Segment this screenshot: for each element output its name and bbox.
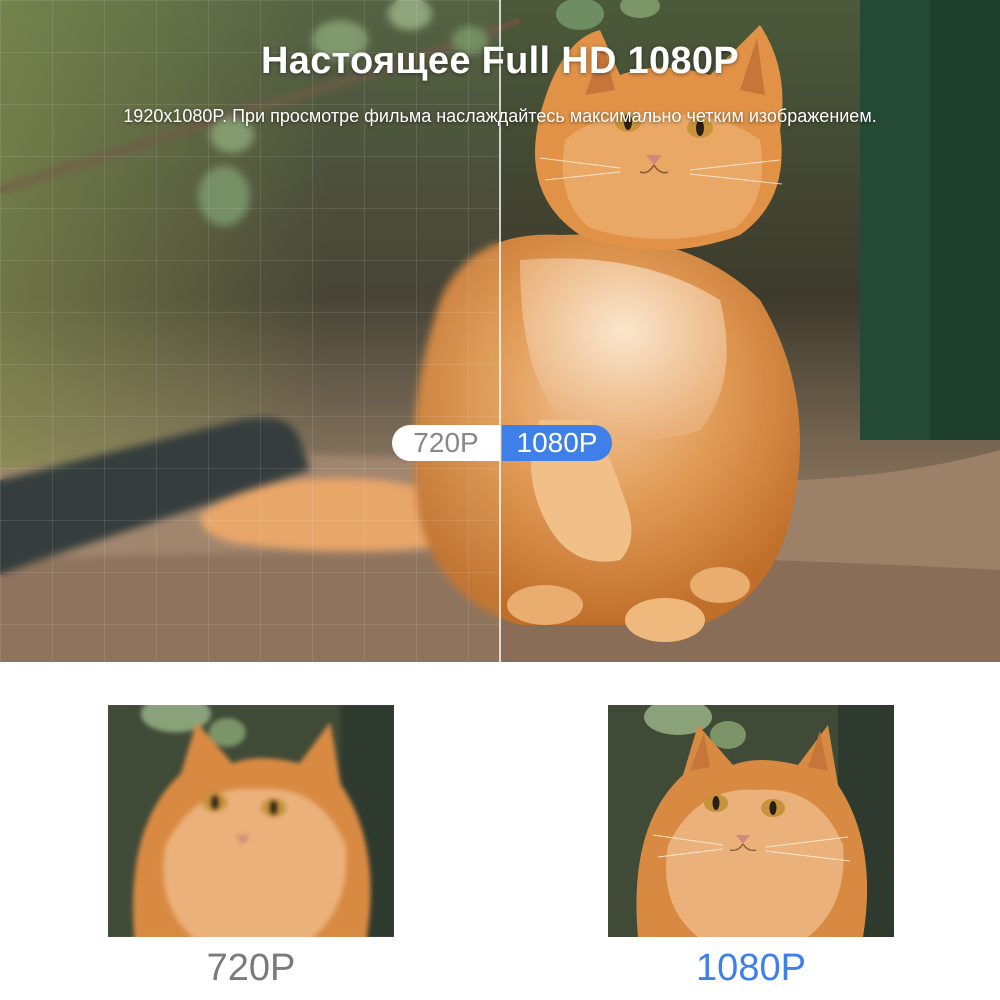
comparison-divider xyxy=(499,0,501,662)
page-subtitle: 1920x1080P. При просмотре фильма наслажд… xyxy=(123,106,877,126)
toggle-1080p: 1080P xyxy=(502,425,612,461)
cat-face-image-high xyxy=(608,705,894,937)
page-title: Настоящее Full HD 1080P xyxy=(261,40,739,82)
low-res-half xyxy=(0,0,500,662)
thumbnail-720p xyxy=(108,705,394,937)
thumbnail-1080p xyxy=(608,705,894,937)
toggle-720p: 720P xyxy=(392,425,500,461)
caption-720p: 720P xyxy=(206,947,296,989)
cat-face-image-low xyxy=(108,705,394,937)
caption-1080p: 1080P xyxy=(696,947,806,989)
comparison-photo: Настоящее Full HD 1080P 1920x1080P. При … xyxy=(0,0,1000,662)
